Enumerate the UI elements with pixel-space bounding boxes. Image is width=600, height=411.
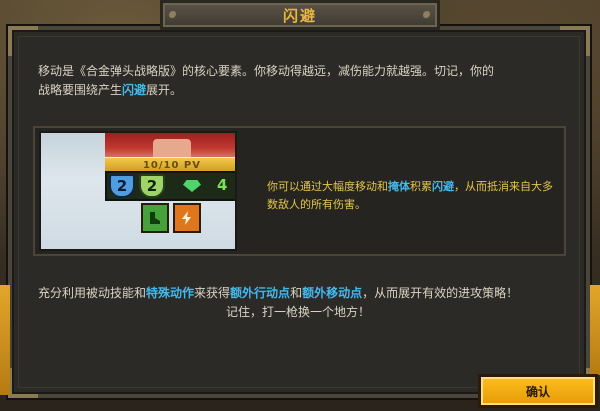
shield-blue-icon: 2 [109, 174, 135, 198]
move-action-icon [141, 203, 169, 233]
outro-part: ，从而展开有效的进攻策略！ [362, 286, 519, 300]
outro-text: 充分利用被动技能和特殊动作来获得额外行动点和额外移动点，从而展开有效的进攻策略！… [38, 284, 558, 322]
outro-highlight-special-action: 特殊动作 [146, 286, 195, 300]
unit-portrait [105, 133, 235, 159]
corner-ornament [8, 26, 38, 56]
corner-ornament [8, 368, 38, 398]
intro-text: 移动是《合金弹头战略版》的核心要素。你移动得越远，减伤能力就越强。切记，你的 战… [38, 62, 558, 100]
hp-bar: 10/10 PV [105, 157, 235, 172]
tutorial-figure: 10/10 PV 2 2 4 你可以通过大幅度移动和掩体积累闪避，从而抵消来自大… [33, 126, 566, 256]
rivet-icon [423, 11, 431, 19]
gem-icon [183, 180, 201, 192]
outro-highlight-extra-mp: 额外移动点 [302, 286, 363, 300]
confirm-label: 确认 [525, 384, 550, 399]
dialog-title-tab: 闪避 [160, 0, 440, 30]
unit-face [153, 139, 191, 159]
shield-green-icon: 2 [139, 174, 165, 198]
unit-card-illustration: 10/10 PV 2 2 4 [39, 131, 237, 251]
outro-part: 来获得 [194, 286, 231, 300]
boot-icon [150, 212, 160, 224]
lightning-icon [182, 211, 191, 225]
intro-line-2a: 战略要围绕产生 [38, 83, 123, 97]
outro-line-2: 记住，打一枪换一个地方！ [225, 305, 370, 319]
shield-blue-value: 2 [116, 177, 128, 195]
outro-part: 和 [290, 286, 303, 300]
confirm-button[interactable]: 确认 [478, 374, 598, 408]
dialog-title: 闪避 [282, 6, 317, 25]
hp-label: 10/10 PV [142, 159, 202, 171]
accent-stripe-left [0, 285, 10, 395]
caption-highlight-cover: 掩体 [388, 180, 410, 193]
gem-count: 4 [217, 176, 228, 194]
accent-stripe-right [590, 285, 600, 375]
caption-part: 你可以通过大幅度移动和 [267, 180, 388, 193]
skill-action-icon [173, 203, 201, 233]
corner-ornament [560, 26, 590, 56]
shield-green-value: 2 [146, 177, 158, 195]
intro-line-2b: 展开。 [146, 83, 183, 97]
figure-caption: 你可以通过大幅度移动和掩体积累闪避，从而抵消来自大多数敌人的所有伤害。 [267, 178, 557, 214]
rivet-icon [169, 11, 177, 19]
caption-part: 积累 [410, 180, 432, 193]
intro-highlight-dodge: 闪避 [122, 83, 147, 97]
outro-highlight-extra-ap: 额外行动点 [230, 286, 291, 300]
unit-stats-row: 2 2 4 [105, 171, 235, 201]
caption-highlight-dodge: 闪避 [432, 180, 454, 193]
outro-part: 充分利用被动技能和 [38, 286, 147, 300]
intro-line-1: 移动是《合金弹头战略版》的核心要素。你移动得越远，减伤能力就越强。切记，你的 [38, 64, 495, 78]
